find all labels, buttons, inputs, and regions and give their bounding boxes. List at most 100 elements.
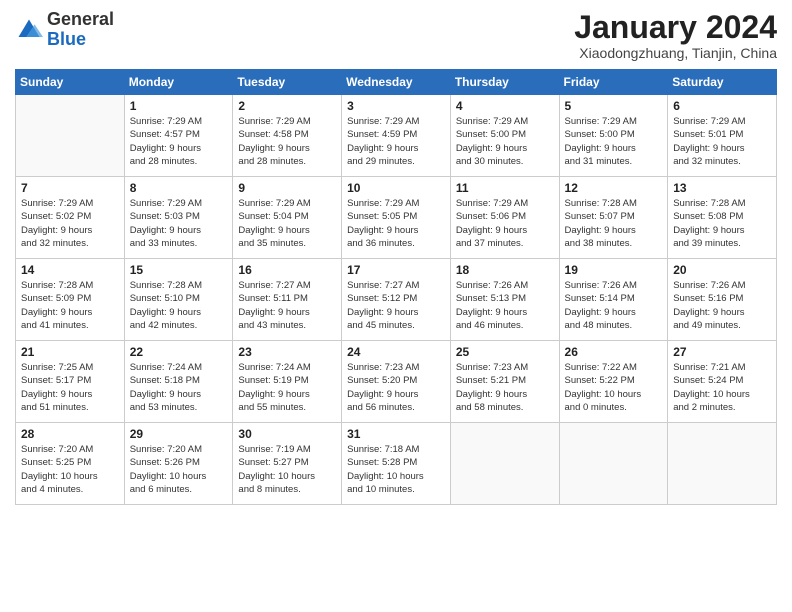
day-info: Sunrise: 7:28 AMSunset: 5:08 PMDaylight:…: [673, 197, 771, 250]
day-number: 27: [673, 345, 771, 359]
calendar-cell: 23 Sunrise: 7:24 AMSunset: 5:19 PMDayligh…: [233, 341, 342, 423]
day-info: Sunrise: 7:24 AMSunset: 5:19 PMDaylight:…: [238, 361, 336, 414]
day-number: 4: [456, 99, 554, 113]
day-number: 21: [21, 345, 119, 359]
calendar-cell: 3 Sunrise: 7:29 AMSunset: 4:59 PMDaylight…: [342, 95, 451, 177]
day-info: Sunrise: 7:27 AMSunset: 5:12 PMDaylight:…: [347, 279, 445, 332]
calendar-cell: 24 Sunrise: 7:23 AMSunset: 5:20 PMDayligh…: [342, 341, 451, 423]
location: Xiaodongzhuang, Tianjin, China: [574, 45, 777, 61]
day-info: Sunrise: 7:28 AMSunset: 5:09 PMDaylight:…: [21, 279, 119, 332]
day-number: 25: [456, 345, 554, 359]
day-info: Sunrise: 7:24 AMSunset: 5:18 PMDaylight:…: [130, 361, 228, 414]
day-number: 9: [238, 181, 336, 195]
calendar-cell: 13 Sunrise: 7:28 AMSunset: 5:08 PMDayligh…: [668, 177, 777, 259]
calendar: SundayMondayTuesdayWednesdayThursdayFrid…: [15, 69, 777, 505]
day-number: 19: [565, 263, 663, 277]
calendar-cell: 18 Sunrise: 7:26 AMSunset: 5:13 PMDayligh…: [450, 259, 559, 341]
calendar-cell: [450, 423, 559, 505]
day-of-week-saturday: Saturday: [668, 70, 777, 95]
day-info: Sunrise: 7:29 AMSunset: 5:02 PMDaylight:…: [21, 197, 119, 250]
day-number: 18: [456, 263, 554, 277]
calendar-cell: 16 Sunrise: 7:27 AMSunset: 5:11 PMDayligh…: [233, 259, 342, 341]
day-info: Sunrise: 7:28 AMSunset: 5:07 PMDaylight:…: [565, 197, 663, 250]
week-row-2: 14 Sunrise: 7:28 AMSunset: 5:09 PMDayligh…: [16, 259, 777, 341]
day-info: Sunrise: 7:20 AMSunset: 5:25 PMDaylight:…: [21, 443, 119, 496]
day-number: 23: [238, 345, 336, 359]
calendar-cell: 29Sunrise: 7:20 AMSunset: 5:26 PMDayligh…: [124, 423, 233, 505]
day-number: 28: [21, 427, 119, 441]
day-number: 1: [130, 99, 228, 113]
day-info: Sunrise: 7:18 AMSunset: 5:28 PMDaylight:…: [347, 443, 445, 496]
day-info: Sunrise: 7:29 AMSunset: 5:03 PMDaylight:…: [130, 197, 228, 250]
calendar-cell: 31Sunrise: 7:18 AMSunset: 5:28 PMDayligh…: [342, 423, 451, 505]
calendar-cell: 30 Sunrise: 7:19 AMSunset: 5:27 PMDayligh…: [233, 423, 342, 505]
day-info: Sunrise: 7:21 AMSunset: 5:24 PMDaylight:…: [673, 361, 771, 414]
day-number: 22: [130, 345, 228, 359]
calendar-cell: 8 Sunrise: 7:29 AMSunset: 5:03 PMDaylight…: [124, 177, 233, 259]
day-info: Sunrise: 7:26 AMSunset: 5:16 PMDaylight:…: [673, 279, 771, 332]
day-info: Sunrise: 7:28 AMSunset: 5:10 PMDaylight:…: [130, 279, 228, 332]
calendar-cell: 2 Sunrise: 7:29 AMSunset: 4:58 PMDaylight…: [233, 95, 342, 177]
calendar-cell: 1 Sunrise: 7:29 AMSunset: 4:57 PMDaylight…: [124, 95, 233, 177]
day-number: 30: [238, 427, 336, 441]
day-number: 5: [565, 99, 663, 113]
day-info: Sunrise: 7:22 AMSunset: 5:22 PMDaylight:…: [565, 361, 663, 414]
day-of-week-sunday: Sunday: [16, 70, 125, 95]
title-block: January 2024 Xiaodongzhuang, Tianjin, Ch…: [574, 10, 777, 61]
calendar-cell: 14 Sunrise: 7:28 AMSunset: 5:09 PMDayligh…: [16, 259, 125, 341]
day-header-row: SundayMondayTuesdayWednesdayThursdayFrid…: [16, 70, 777, 95]
day-info: Sunrise: 7:29 AMSunset: 5:00 PMDaylight:…: [456, 115, 554, 168]
logo: General Blue: [15, 10, 114, 50]
logo-blue-text: Blue: [47, 29, 86, 49]
day-number: 26: [565, 345, 663, 359]
calendar-cell: 17Sunrise: 7:27 AMSunset: 5:12 PMDayligh…: [342, 259, 451, 341]
calendar-cell: 15Sunrise: 7:28 AMSunset: 5:10 PMDayligh…: [124, 259, 233, 341]
calendar-cell: 11 Sunrise: 7:29 AMSunset: 5:06 PMDayligh…: [450, 177, 559, 259]
day-number: 12: [565, 181, 663, 195]
day-of-week-thursday: Thursday: [450, 70, 559, 95]
calendar-cell: 28 Sunrise: 7:20 AMSunset: 5:25 PMDayligh…: [16, 423, 125, 505]
calendar-cell: 27 Sunrise: 7:21 AMSunset: 5:24 PMDayligh…: [668, 341, 777, 423]
day-info: Sunrise: 7:26 AMSunset: 5:13 PMDaylight:…: [456, 279, 554, 332]
day-info: Sunrise: 7:27 AMSunset: 5:11 PMDaylight:…: [238, 279, 336, 332]
day-of-week-friday: Friday: [559, 70, 668, 95]
day-info: Sunrise: 7:29 AMSunset: 4:59 PMDaylight:…: [347, 115, 445, 168]
calendar-cell: 12 Sunrise: 7:28 AMSunset: 5:07 PMDayligh…: [559, 177, 668, 259]
calendar-cell: 22 Sunrise: 7:24 AMSunset: 5:18 PMDayligh…: [124, 341, 233, 423]
day-number: 20: [673, 263, 771, 277]
day-number: 24: [347, 345, 445, 359]
day-of-week-tuesday: Tuesday: [233, 70, 342, 95]
day-number: 10: [347, 181, 445, 195]
day-of-week-monday: Monday: [124, 70, 233, 95]
day-number: 14: [21, 263, 119, 277]
day-info: Sunrise: 7:29 AMSunset: 4:57 PMDaylight:…: [130, 115, 228, 168]
calendar-cell: 5Sunrise: 7:29 AMSunset: 5:00 PMDaylight…: [559, 95, 668, 177]
calendar-cell: [559, 423, 668, 505]
day-number: 16: [238, 263, 336, 277]
day-of-week-wednesday: Wednesday: [342, 70, 451, 95]
calendar-header: SundayMondayTuesdayWednesdayThursdayFrid…: [16, 70, 777, 95]
day-info: Sunrise: 7:23 AMSunset: 5:20 PMDaylight:…: [347, 361, 445, 414]
month-title: January 2024: [574, 10, 777, 45]
day-number: 3: [347, 99, 445, 113]
day-info: Sunrise: 7:29 AMSunset: 4:58 PMDaylight:…: [238, 115, 336, 168]
calendar-cell: 20 Sunrise: 7:26 AMSunset: 5:16 PMDayligh…: [668, 259, 777, 341]
week-row-0: 1 Sunrise: 7:29 AMSunset: 4:57 PMDaylight…: [16, 95, 777, 177]
day-number: 8: [130, 181, 228, 195]
day-number: 6: [673, 99, 771, 113]
day-info: Sunrise: 7:29 AMSunset: 5:05 PMDaylight:…: [347, 197, 445, 250]
day-info: Sunrise: 7:29 AMSunset: 5:06 PMDaylight:…: [456, 197, 554, 250]
calendar-body: 1 Sunrise: 7:29 AMSunset: 4:57 PMDaylight…: [16, 95, 777, 505]
calendar-cell: 6Sunrise: 7:29 AMSunset: 5:01 PMDaylight…: [668, 95, 777, 177]
day-number: 11: [456, 181, 554, 195]
day-number: 2: [238, 99, 336, 113]
week-row-3: 21Sunrise: 7:25 AMSunset: 5:17 PMDayligh…: [16, 341, 777, 423]
calendar-cell: 7Sunrise: 7:29 AMSunset: 5:02 PMDaylight…: [16, 177, 125, 259]
header: General Blue January 2024 Xiaodongzhuang…: [15, 10, 777, 61]
day-number: 29: [130, 427, 228, 441]
week-row-4: 28 Sunrise: 7:20 AMSunset: 5:25 PMDayligh…: [16, 423, 777, 505]
calendar-cell: 21Sunrise: 7:25 AMSunset: 5:17 PMDayligh…: [16, 341, 125, 423]
day-info: Sunrise: 7:19 AMSunset: 5:27 PMDaylight:…: [238, 443, 336, 496]
day-number: 13: [673, 181, 771, 195]
day-info: Sunrise: 7:26 AMSunset: 5:14 PMDaylight:…: [565, 279, 663, 332]
